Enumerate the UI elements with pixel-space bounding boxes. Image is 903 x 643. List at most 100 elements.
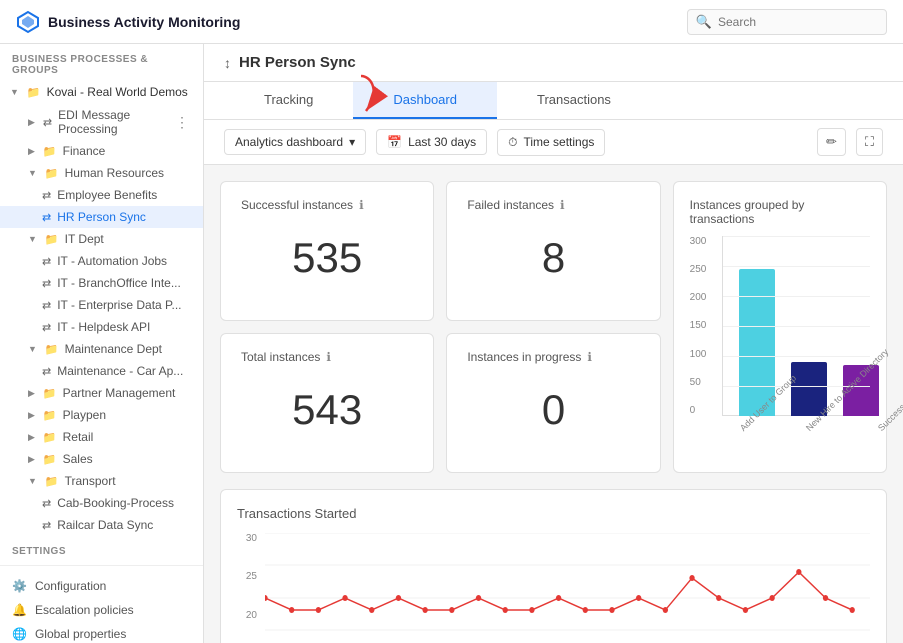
folder-icon: 📁 [45,167,59,180]
bar-chart-card: Instances grouped by transactions 300 25… [673,181,887,473]
folder-icon: 📁 [43,409,57,422]
fullscreen-button[interactable]: ⛶ [856,128,883,156]
sidebar-item-sales[interactable]: ▶ 📁 Sales [0,448,203,470]
sidebar-label: Retail [63,430,94,444]
sidebar-item-it-automation[interactable]: ⇄ IT - Automation Jobs [0,250,203,272]
toolbar: Analytics dashboard ▾ 📅 Last 30 days ⏱ T… [204,120,903,165]
sidebar-item-edi[interactable]: ▶ ⇄ EDI Message Processing ⋮ [0,104,203,140]
sidebar-item-hr-person-sync[interactable]: ⇄ HR Person Sync [0,206,203,228]
expand-icon: ▶ [28,117,35,128]
folder-icon: 📁 [45,343,59,356]
process-icon: ⇄ [43,116,52,129]
chevron-down-icon: ▾ [349,135,355,149]
info-icon[interactable]: ℹ [326,350,331,364]
process-icon: ⇄ [42,299,51,312]
sidebar-label: IT - Enterprise Data P... [57,298,181,312]
sidebar-item-retail[interactable]: ▶ 📁 Retail [0,426,203,448]
sidebar-label: Transport [65,474,116,488]
folder-icon: 📁 [43,145,57,158]
sidebar-item-it-enterprise[interactable]: ⇄ IT - Enterprise Data P... [0,294,203,316]
metrics-grid: Successful instances ℹ 535 Failed instan… [220,181,887,473]
sidebar-item-it-dept[interactable]: ▼ 📁 IT Dept [0,228,203,250]
sidebar-item-railcar[interactable]: ⇄ Railcar Data Sync [0,514,203,536]
sidebar-label: HR Person Sync [57,210,146,224]
sidebar-label: IT - Helpdesk API [57,320,150,334]
sidebar-item-it-branchoffice[interactable]: ⇄ IT - BranchOffice Inte... [0,272,203,294]
global-icon: 🌐 [12,627,27,641]
settings-item-escalation[interactable]: 🔔 Escalation policies [0,598,203,622]
main-content: ↕ HR Person Sync Tracking Dashboard Tran… [204,44,903,643]
sidebar-item-employee-benefits[interactable]: ⇄ Employee Benefits [0,184,203,206]
expand-icon: ▼ [28,234,37,244]
settings-label: Escalation policies [35,603,134,617]
settings-label: Global properties [35,627,126,641]
settings-item-global[interactable]: 🌐 Global properties [0,622,203,643]
sidebar-label: Playpen [63,408,106,422]
tab-dashboard[interactable]: Dashboard [353,82,497,119]
process-icon: ⇄ [42,497,51,510]
escalation-icon: 🔔 [12,603,27,617]
process-icon: ⇄ [42,519,51,532]
folder-icon: 📁 [45,233,59,246]
expand-icon: ▼ [10,87,19,97]
sidebar-label: Railcar Data Sync [57,518,153,532]
dropdown-label: Analytics dashboard [235,135,343,149]
more-icon[interactable]: ⋮ [171,112,193,133]
process-icon: ⇄ [42,321,51,334]
metric-title: Successful instances [241,198,353,212]
sidebar-label: IT - Automation Jobs [57,254,167,268]
metric-label: Failed instances ℹ [467,198,639,212]
info-icon[interactable]: ℹ [560,198,565,212]
info-icon[interactable]: ℹ [359,198,364,212]
tab-transactions[interactable]: Transactions [497,82,651,119]
sidebar-item-kovai[interactable]: ▼ 📁 Kovai - Real World Demos [0,80,203,104]
line-chart-title: Transactions Started [237,506,870,521]
folder-icon: 📁 [27,86,41,99]
metric-value: 0 [467,376,639,444]
time-settings-dropdown[interactable]: ⏱ Time settings [497,129,605,156]
settings-section-label: SETTINGS [0,536,203,561]
x-label: Success Factory New Hire [876,401,903,434]
metric-label: Successful instances ℹ [241,198,413,212]
time-label: Time settings [523,135,594,149]
settings-section: ⚙️ Configuration 🔔 Escalation policies 🌐… [0,565,203,643]
process-icon: ⇄ [42,189,51,202]
date-range-dropdown[interactable]: 📅 Last 30 days [376,129,487,155]
metric-total: Total instances ℹ 543 [220,333,434,473]
process-icon: ⇄ [42,277,51,290]
expand-icon: ▶ [28,388,35,399]
sidebar-item-maintenance[interactable]: ▼ 📁 Maintenance Dept [0,338,203,360]
sidebar-item-cab-booking[interactable]: ⇄ Cab-Booking-Process [0,492,203,514]
sidebar-label: IT Dept [65,232,104,246]
bar-chart-title: Instances grouped by transactions [690,198,870,226]
sidebar-item-finance[interactable]: ▶ 📁 Finance [0,140,203,162]
metric-label: Total instances ℹ [241,350,413,364]
sidebar-item-partner[interactable]: ▶ 📁 Partner Management [0,382,203,404]
expand-icon: ▼ [28,344,37,354]
sidebar-item-it-helpdesk[interactable]: ⇄ IT - Helpdesk API [0,316,203,338]
process-icon: ⇄ [42,255,51,268]
sidebar-label: Finance [63,144,106,158]
main-layout: BUSINESS PROCESSES & GROUPS ▼ 📁 Kovai - … [0,44,903,643]
metric-failed: Failed instances ℹ 8 [446,181,660,321]
search-input[interactable] [718,15,878,29]
logo-icon [16,10,40,34]
sidebar-item-human-resources[interactable]: ▼ 📁 Human Resources [0,162,203,184]
page-title: HR Person Sync [239,54,356,71]
settings-item-configuration[interactable]: ⚙️ Configuration [0,574,203,598]
tab-tracking[interactable]: Tracking [224,82,353,119]
sidebar-item-transport[interactable]: ▼ 📁 Transport [0,470,203,492]
metric-title: Instances in progress [467,350,581,364]
sidebar-item-playpen[interactable]: ▶ 📁 Playpen [0,404,203,426]
edit-button[interactable]: ✏ [817,128,846,156]
sidebar-label: Cab-Booking-Process [57,496,174,510]
info-icon[interactable]: ℹ [587,350,592,364]
sidebar-item-maintenance-car[interactable]: ⇄ Maintenance - Car Ap... [0,360,203,382]
analytics-dropdown[interactable]: Analytics dashboard ▾ [224,129,366,155]
tab-bar: Tracking Dashboard Transactions [204,82,903,120]
folder-icon: 📁 [43,431,57,444]
sidebar-label: Employee Benefits [57,188,157,202]
app-title: Business Activity Monitoring [48,14,240,30]
expand-icon: ▶ [28,146,35,157]
search-bar[interactable]: 🔍 [687,9,887,35]
